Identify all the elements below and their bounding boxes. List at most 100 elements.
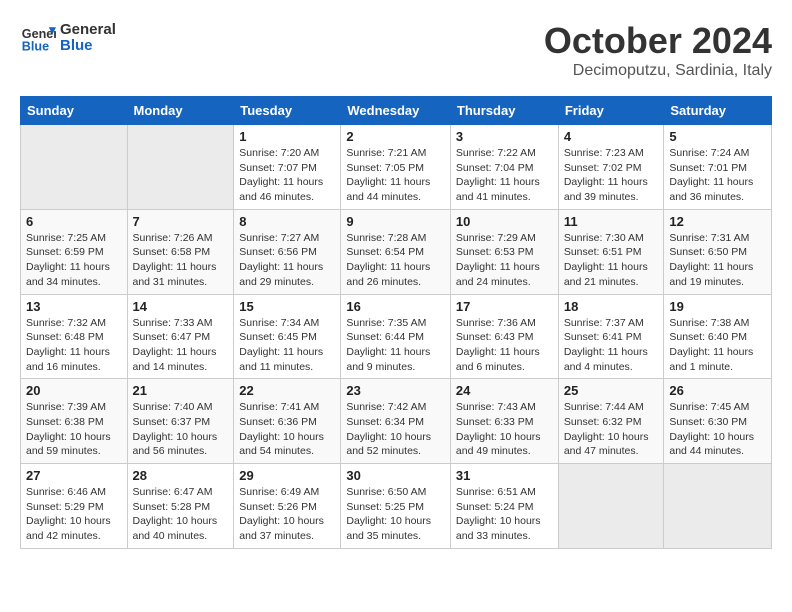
day-number: 31 [456, 468, 553, 483]
day-cell: 27 Sunrise: 6:46 AMSunset: 5:29 PMDayligh… [21, 464, 128, 549]
day-cell: 25Sunrise: 7:44 AMSunset: 6:32 PMDayligh… [558, 379, 664, 464]
day-info: Sunrise: 6:46 AMSunset: 5:29 PMDaylight:… [26, 485, 122, 544]
day-number: 11 [564, 214, 659, 229]
day-info: Sunrise: 7:40 AMSunset: 6:37 PMDaylight:… [133, 400, 229, 459]
day-number: 15 [239, 299, 335, 314]
day-info: Sunrise: 7:36 AMSunset: 6:43 PMDaylight:… [456, 316, 553, 375]
day-info: Sunrise: 7:35 AMSunset: 6:44 PMDaylight:… [346, 316, 445, 375]
weekday-header-saturday: Saturday [664, 97, 772, 125]
day-number: 29 [239, 468, 335, 483]
day-cell: 29 Sunrise: 6:49 AMSunset: 5:26 PMDayligh… [234, 464, 341, 549]
day-info: Sunrise: 7:25 AMSunset: 6:59 PMDaylight:… [26, 231, 122, 290]
day-info: Sunrise: 7:20 AMSunset: 7:07 PMDaylight:… [239, 146, 335, 205]
day-number: 16 [346, 299, 445, 314]
day-cell: 3 Sunrise: 7:22 AMSunset: 7:04 PMDaylight… [450, 125, 558, 210]
day-cell: 16 Sunrise: 7:35 AMSunset: 6:44 PMDayligh… [341, 294, 451, 379]
logo-text-blue: Blue [60, 38, 116, 55]
week-row-3: 13 Sunrise: 7:32 AMSunset: 6:48 PMDayligh… [21, 294, 772, 379]
day-cell [21, 125, 128, 210]
weekday-header-friday: Friday [558, 97, 664, 125]
weekday-header-wednesday: Wednesday [341, 97, 451, 125]
day-cell: 7 Sunrise: 7:26 AMSunset: 6:58 PMDaylight… [127, 209, 234, 294]
day-cell: 22 Sunrise: 7:41 AMSunset: 6:36 PMDayligh… [234, 379, 341, 464]
day-cell: 6Sunrise: 7:25 AMSunset: 6:59 PMDaylight… [21, 209, 128, 294]
day-cell: 15 Sunrise: 7:34 AMSunset: 6:45 PMDayligh… [234, 294, 341, 379]
svg-text:Blue: Blue [22, 40, 49, 54]
day-cell: 9 Sunrise: 7:28 AMSunset: 6:54 PMDaylight… [341, 209, 451, 294]
day-info: Sunrise: 7:32 AMSunset: 6:48 PMDaylight:… [26, 316, 122, 375]
day-number: 9 [346, 214, 445, 229]
day-number: 20 [26, 383, 122, 398]
day-number: 22 [239, 383, 335, 398]
day-number: 24 [456, 383, 553, 398]
calendar-table: SundayMondayTuesdayWednesdayThursdayFrid… [20, 96, 772, 549]
day-info: Sunrise: 7:22 AMSunset: 7:04 PMDaylight:… [456, 146, 553, 205]
month-title: October 2024 [544, 20, 772, 62]
day-info: Sunrise: 6:47 AMSunset: 5:28 PMDaylight:… [133, 485, 229, 544]
day-info: Sunrise: 6:49 AMSunset: 5:26 PMDaylight:… [239, 485, 335, 544]
day-number: 19 [669, 299, 766, 314]
day-info: Sunrise: 7:41 AMSunset: 6:36 PMDaylight:… [239, 400, 335, 459]
day-cell: 24Sunrise: 7:43 AMSunset: 6:33 PMDayligh… [450, 379, 558, 464]
day-number: 2 [346, 129, 445, 144]
day-number: 13 [26, 299, 122, 314]
day-info: Sunrise: 7:29 AMSunset: 6:53 PMDaylight:… [456, 231, 553, 290]
day-info: Sunrise: 7:23 AMSunset: 7:02 PMDaylight:… [564, 146, 659, 205]
logo: General Blue General Blue [20, 20, 116, 56]
day-info: Sunrise: 7:45 AMSunset: 6:30 PMDaylight:… [669, 400, 766, 459]
weekday-header-tuesday: Tuesday [234, 97, 341, 125]
day-cell: 1Sunrise: 7:20 AMSunset: 7:07 PMDaylight… [234, 125, 341, 210]
day-cell: 5 Sunrise: 7:24 AMSunset: 7:01 PMDaylight… [664, 125, 772, 210]
day-number: 27 [26, 468, 122, 483]
day-info: Sunrise: 7:31 AMSunset: 6:50 PMDaylight:… [669, 231, 766, 290]
week-row-2: 6Sunrise: 7:25 AMSunset: 6:59 PMDaylight… [21, 209, 772, 294]
day-number: 18 [564, 299, 659, 314]
day-cell [558, 464, 664, 549]
day-info: Sunrise: 7:21 AMSunset: 7:05 PMDaylight:… [346, 146, 445, 205]
day-cell: 31 Sunrise: 6:51 AMSunset: 5:24 PMDayligh… [450, 464, 558, 549]
day-info: Sunrise: 7:42 AMSunset: 6:34 PMDaylight:… [346, 400, 445, 459]
day-info: Sunrise: 7:30 AMSunset: 6:51 PMDaylight:… [564, 231, 659, 290]
day-cell [127, 125, 234, 210]
day-cell: 17Sunrise: 7:36 AMSunset: 6:43 PMDayligh… [450, 294, 558, 379]
day-number: 28 [133, 468, 229, 483]
day-info: Sunrise: 7:28 AMSunset: 6:54 PMDaylight:… [346, 231, 445, 290]
logo-text-general: General [60, 22, 116, 39]
day-info: Sunrise: 7:44 AMSunset: 6:32 PMDaylight:… [564, 400, 659, 459]
day-cell [664, 464, 772, 549]
day-cell: 10Sunrise: 7:29 AMSunset: 6:53 PMDayligh… [450, 209, 558, 294]
day-cell: 2 Sunrise: 7:21 AMSunset: 7:05 PMDaylight… [341, 125, 451, 210]
day-cell: 21Sunrise: 7:40 AMSunset: 6:37 PMDayligh… [127, 379, 234, 464]
page-header: General Blue General Blue October 2024 D… [20, 20, 772, 80]
day-number: 12 [669, 214, 766, 229]
day-info: Sunrise: 6:50 AMSunset: 5:25 PMDaylight:… [346, 485, 445, 544]
day-cell: 23 Sunrise: 7:42 AMSunset: 6:34 PMDayligh… [341, 379, 451, 464]
day-cell: 4Sunrise: 7:23 AMSunset: 7:02 PMDaylight… [558, 125, 664, 210]
weekday-header-monday: Monday [127, 97, 234, 125]
day-cell: 28 Sunrise: 6:47 AMSunset: 5:28 PMDayligh… [127, 464, 234, 549]
day-info: Sunrise: 6:51 AMSunset: 5:24 PMDaylight:… [456, 485, 553, 544]
day-info: Sunrise: 7:34 AMSunset: 6:45 PMDaylight:… [239, 316, 335, 375]
day-cell: 26Sunrise: 7:45 AMSunset: 6:30 PMDayligh… [664, 379, 772, 464]
day-info: Sunrise: 7:26 AMSunset: 6:58 PMDaylight:… [133, 231, 229, 290]
weekday-header-row: SundayMondayTuesdayWednesdayThursdayFrid… [21, 97, 772, 125]
logo-icon: General Blue [20, 20, 56, 56]
day-cell: 13 Sunrise: 7:32 AMSunset: 6:48 PMDayligh… [21, 294, 128, 379]
weekday-header-thursday: Thursday [450, 97, 558, 125]
day-cell: 19Sunrise: 7:38 AMSunset: 6:40 PMDayligh… [664, 294, 772, 379]
weekday-header-sunday: Sunday [21, 97, 128, 125]
day-cell: 8 Sunrise: 7:27 AMSunset: 6:56 PMDaylight… [234, 209, 341, 294]
day-number: 23 [346, 383, 445, 398]
day-number: 5 [669, 129, 766, 144]
day-info: Sunrise: 7:24 AMSunset: 7:01 PMDaylight:… [669, 146, 766, 205]
day-cell: 14Sunrise: 7:33 AMSunset: 6:47 PMDayligh… [127, 294, 234, 379]
day-number: 8 [239, 214, 335, 229]
week-row-5: 27 Sunrise: 6:46 AMSunset: 5:29 PMDayligh… [21, 464, 772, 549]
day-info: Sunrise: 7:27 AMSunset: 6:56 PMDaylight:… [239, 231, 335, 290]
day-number: 7 [133, 214, 229, 229]
day-info: Sunrise: 7:33 AMSunset: 6:47 PMDaylight:… [133, 316, 229, 375]
location-subtitle: Decimoputzu, Sardinia, Italy [544, 62, 772, 80]
day-cell: 12 Sunrise: 7:31 AMSunset: 6:50 PMDayligh… [664, 209, 772, 294]
day-number: 3 [456, 129, 553, 144]
day-number: 30 [346, 468, 445, 483]
